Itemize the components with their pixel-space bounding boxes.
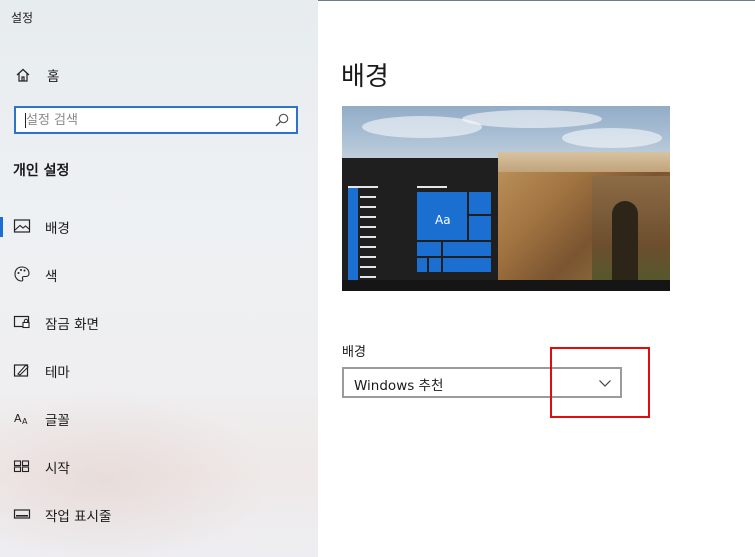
svg-text:A: A [22,417,28,426]
preview-tile [417,242,441,256]
sidebar-item-label: 작업 표시줄 [45,509,112,525]
preview-menu-line [360,206,376,208]
sidebar-item-label: 잠금 화면 [45,317,99,333]
preview-tile-text: Aa [435,213,451,227]
preview-tile [429,258,441,272]
home-nav-item[interactable]: 홈 [15,64,59,86]
sidebar-item-label: 시작 [45,461,70,477]
sidebar-item-lock-screen[interactable]: 잠금 화면 [0,302,318,342]
sidebar: 설정 홈 개인 설정 배경 색 [0,0,318,557]
preview-cloud [462,110,602,128]
preview-tile [469,192,491,214]
preview-cloud [562,128,662,148]
palette-icon [14,266,30,282]
sidebar-item-taskbar[interactable]: 작업 표시줄 [0,494,318,534]
taskbar-icon [13,509,31,519]
preview-tile [469,216,491,240]
lock-screen-icon [13,315,30,329]
preview-menu-line [360,266,376,268]
sidebar-item-theme[interactable]: 테마 [0,350,318,390]
settings-search-box[interactable] [14,106,298,134]
preview-tile [417,258,427,272]
preview-menu-line [348,186,378,188]
preview-menu-line [360,196,376,198]
preview-menu-line [360,226,376,228]
preview-menu-line [360,216,376,218]
red-highlight-box [550,347,650,418]
background-label: 배경 [342,345,366,360]
preview-menu-line [360,256,376,258]
preview-menu-line [360,276,376,278]
text-caret [25,113,26,128]
preview-tile [443,242,491,256]
sidebar-item-start[interactable]: 시작 [0,446,318,486]
sidebar-item-color[interactable]: 색 [0,254,318,294]
sidebar-item-label: 글꼴 [45,413,70,429]
home-label: 홈 [47,69,60,85]
sidebar-item-label: 테마 [45,365,70,381]
preview-taskbar [342,280,670,291]
picture-icon [13,219,31,233]
dropdown-selected-value: Windows 추천 [354,378,444,394]
page-title: 배경 [341,62,389,92]
preview-app-column [348,188,358,280]
preview-tile [443,258,491,272]
svg-text:A: A [14,412,22,425]
home-icon [16,68,30,82]
section-title: 개인 설정 [13,163,70,179]
preview-menu-line [360,246,376,248]
theme-brush-icon [13,364,29,377]
background-preview: Aa [342,106,670,291]
settings-search-input[interactable] [26,108,266,132]
sidebar-item-background[interactable]: 배경 [0,206,318,246]
font-icon: A A [14,412,28,426]
sidebar-item-label: 색 [45,269,58,285]
active-indicator [0,217,3,237]
sidebar-item-label: 배경 [45,221,70,237]
sidebar-item-fonts[interactable]: A A 글꼴 [0,398,318,438]
app-title: 설정 [11,11,34,25]
start-grid-icon [13,460,30,473]
preview-menu-line [360,236,376,238]
preview-menu-line [417,186,447,188]
preview-arch [612,201,638,291]
search-icon[interactable] [274,112,290,128]
